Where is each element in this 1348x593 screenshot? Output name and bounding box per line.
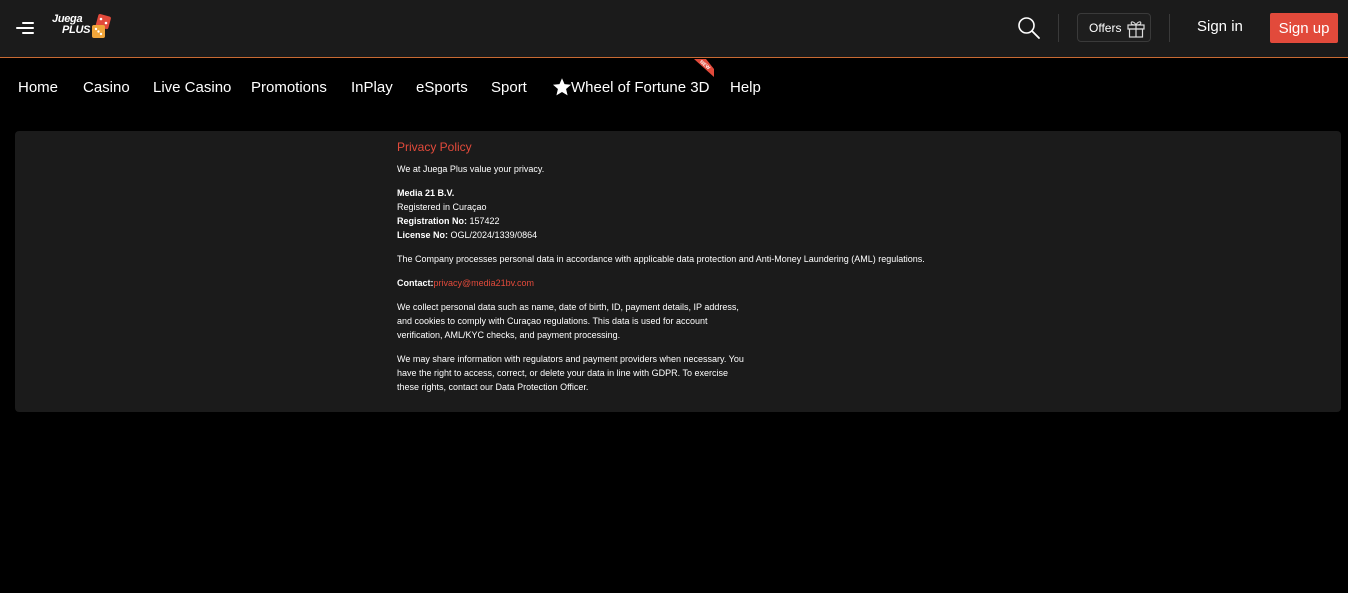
nav-item-promotions[interactable]: Promotions xyxy=(251,79,327,96)
offers-label: Offers xyxy=(1089,20,1122,35)
header-divider xyxy=(1058,14,1059,42)
sign-in-button[interactable]: Sign in xyxy=(1197,18,1243,35)
collect-line: verification, AML/KYC checks, and paymen… xyxy=(397,330,621,340)
site-logo[interactable]: Juega PLUS xyxy=(52,14,114,42)
new-badge: NEW xyxy=(692,59,714,77)
offers-button[interactable]: Offers xyxy=(1077,13,1151,42)
privacy-policy-content: Privacy Policy We at Juega Plus value yo… xyxy=(397,139,997,404)
registration-value: 157422 xyxy=(469,216,500,226)
registration-row: Registration No: 157422 xyxy=(397,214,997,228)
content-panel: Privacy Policy We at Juega Plus value yo… xyxy=(15,131,1341,412)
page-title: Privacy Policy xyxy=(397,140,472,154)
nav-item-casino[interactable]: Casino xyxy=(83,79,130,96)
nav-item-wheel-of-fortune[interactable]: Wheel of Fortune 3D xyxy=(571,79,709,96)
company-details: Media 21 B.V. Registered in Curaçao Regi… xyxy=(397,186,997,242)
collect-line: We collect personal data such as name, d… xyxy=(397,302,739,312)
license-row: License No: OGL/2024/1339/0864 xyxy=(397,228,997,242)
logo-wordmark: Juega PLUS xyxy=(52,14,90,36)
company-name: Media 21 B.V. xyxy=(397,188,455,198)
registration-label: Registration No: xyxy=(397,216,468,226)
intro-text: We at Juega Plus value your privacy. xyxy=(397,164,545,174)
gift-icon xyxy=(1127,20,1146,38)
nav-item-esports[interactable]: eSports xyxy=(416,79,468,96)
license-value: OGL/2024/1339/0864 xyxy=(450,230,538,240)
header-divider xyxy=(1169,14,1170,42)
star-icon xyxy=(553,78,571,96)
collect-paragraph: We collect personal data such as name, d… xyxy=(397,300,769,342)
search-icon[interactable] xyxy=(1017,16,1041,40)
main-nav: Home Casino Live Casino Promotions InPla… xyxy=(0,59,1348,117)
dice-logo-icon xyxy=(92,14,111,38)
nav-item-live-casino[interactable]: Live Casino xyxy=(153,79,231,96)
contact-email-link[interactable]: privacy@media21bv.com xyxy=(434,278,535,288)
contact-row: Contact:privacy@media21bv.com xyxy=(397,276,997,290)
contact-label: Contact: xyxy=(397,278,434,288)
share-line: We may share information with regulators… xyxy=(397,354,744,364)
license-label: License No: xyxy=(397,230,449,240)
sign-up-button[interactable]: Sign up xyxy=(1270,13,1338,43)
nav-item-help[interactable]: Help xyxy=(730,79,761,96)
nav-item-home[interactable]: Home xyxy=(18,79,58,96)
top-bar: Juega PLUS Offers Sign in Sign up xyxy=(0,0,1348,58)
logo-line2: PLUS xyxy=(62,24,91,36)
processing-text: The Company processes personal data in a… xyxy=(397,254,925,264)
share-line: these rights, contact our Data Protectio… xyxy=(397,382,589,392)
nav-item-inplay[interactable]: InPlay xyxy=(351,79,393,96)
share-paragraph: We may share information with regulators… xyxy=(397,352,769,394)
nav-item-sport[interactable]: Sport xyxy=(491,79,527,96)
menu-icon[interactable] xyxy=(16,20,36,36)
share-line: have the right to access, correct, or de… xyxy=(397,368,728,378)
registered-text: Registered in Curaçao xyxy=(397,202,487,212)
collect-line: and cookies to comply with Curaçao regul… xyxy=(397,316,708,326)
